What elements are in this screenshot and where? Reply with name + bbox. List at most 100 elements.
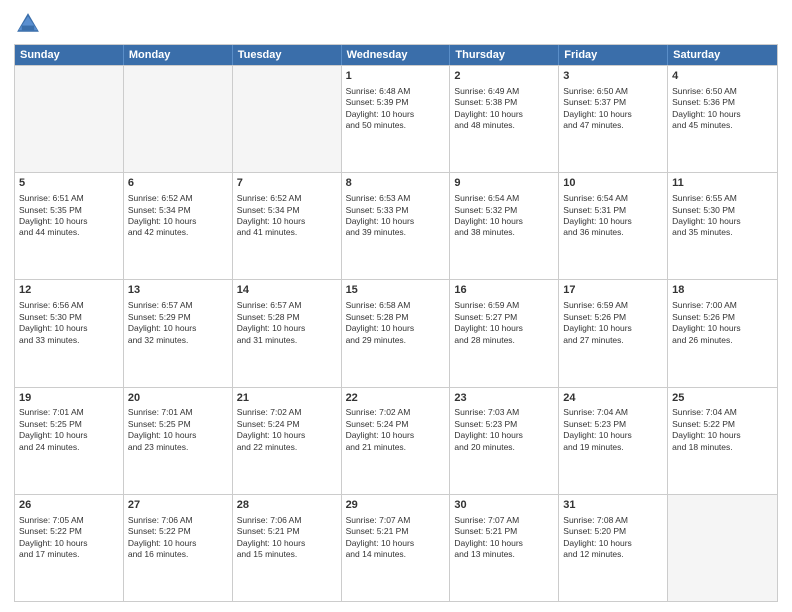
day-number: 14 xyxy=(237,283,337,298)
cal-cell-20: 20Sunrise: 7:01 AMSunset: 5:25 PMDayligh… xyxy=(124,388,233,494)
day-info: Sunset: 5:26 PM xyxy=(563,312,663,323)
day-info: Sunrise: 7:07 AM xyxy=(346,515,446,526)
day-info: Daylight: 10 hours xyxy=(346,430,446,441)
day-info: and 45 minutes. xyxy=(672,120,773,131)
day-info: Sunrise: 6:49 AM xyxy=(454,86,554,97)
day-info: and 41 minutes. xyxy=(237,227,337,238)
day-info: Daylight: 10 hours xyxy=(237,323,337,334)
cal-cell-26: 26Sunrise: 7:05 AMSunset: 5:22 PMDayligh… xyxy=(15,495,124,601)
day-info: Sunrise: 6:55 AM xyxy=(672,193,773,204)
day-info: and 42 minutes. xyxy=(128,227,228,238)
header-day-sunday: Sunday xyxy=(15,45,124,65)
day-number: 15 xyxy=(346,283,446,298)
day-info: Sunset: 5:28 PM xyxy=(237,312,337,323)
day-info: Sunset: 5:29 PM xyxy=(128,312,228,323)
day-number: 5 xyxy=(19,176,119,191)
cal-cell-13: 13Sunrise: 6:57 AMSunset: 5:29 PMDayligh… xyxy=(124,280,233,386)
day-info: and 21 minutes. xyxy=(346,442,446,453)
day-info: Sunrise: 6:52 AM xyxy=(128,193,228,204)
day-info: Sunset: 5:21 PM xyxy=(346,526,446,537)
cal-cell-6: 6Sunrise: 6:52 AMSunset: 5:34 PMDaylight… xyxy=(124,173,233,279)
day-number: 29 xyxy=(346,498,446,513)
day-number: 23 xyxy=(454,391,554,406)
day-info: and 24 minutes. xyxy=(19,442,119,453)
day-info: Sunrise: 6:50 AM xyxy=(672,86,773,97)
day-info: Daylight: 10 hours xyxy=(128,430,228,441)
day-info: Sunset: 5:22 PM xyxy=(672,419,773,430)
day-info: Sunset: 5:34 PM xyxy=(237,205,337,216)
day-info: Sunset: 5:21 PM xyxy=(237,526,337,537)
cal-cell-28: 28Sunrise: 7:06 AMSunset: 5:21 PMDayligh… xyxy=(233,495,342,601)
cal-cell-11: 11Sunrise: 6:55 AMSunset: 5:30 PMDayligh… xyxy=(668,173,777,279)
cal-cell-16: 16Sunrise: 6:59 AMSunset: 5:27 PMDayligh… xyxy=(450,280,559,386)
cal-cell-23: 23Sunrise: 7:03 AMSunset: 5:23 PMDayligh… xyxy=(450,388,559,494)
cal-cell-22: 22Sunrise: 7:02 AMSunset: 5:24 PMDayligh… xyxy=(342,388,451,494)
cal-cell-24: 24Sunrise: 7:04 AMSunset: 5:23 PMDayligh… xyxy=(559,388,668,494)
day-number: 8 xyxy=(346,176,446,191)
day-info: and 19 minutes. xyxy=(563,442,663,453)
day-number: 19 xyxy=(19,391,119,406)
day-info: Sunrise: 7:07 AM xyxy=(454,515,554,526)
cal-cell-7: 7Sunrise: 6:52 AMSunset: 5:34 PMDaylight… xyxy=(233,173,342,279)
day-info: Daylight: 10 hours xyxy=(454,538,554,549)
header-day-thursday: Thursday xyxy=(450,45,559,65)
calendar-row-1: 5Sunrise: 6:51 AMSunset: 5:35 PMDaylight… xyxy=(15,172,777,279)
cal-cell-27: 27Sunrise: 7:06 AMSunset: 5:22 PMDayligh… xyxy=(124,495,233,601)
day-info: Sunset: 5:31 PM xyxy=(563,205,663,216)
day-info: Sunset: 5:24 PM xyxy=(346,419,446,430)
cal-cell-3: 3Sunrise: 6:50 AMSunset: 5:37 PMDaylight… xyxy=(559,66,668,172)
day-info: Sunrise: 7:08 AM xyxy=(563,515,663,526)
day-info: and 39 minutes. xyxy=(346,227,446,238)
cal-cell-21: 21Sunrise: 7:02 AMSunset: 5:24 PMDayligh… xyxy=(233,388,342,494)
day-info: Daylight: 10 hours xyxy=(19,323,119,334)
cal-cell-29: 29Sunrise: 7:07 AMSunset: 5:21 PMDayligh… xyxy=(342,495,451,601)
day-info: Daylight: 10 hours xyxy=(237,538,337,549)
day-number: 27 xyxy=(128,498,228,513)
day-info: Sunset: 5:25 PM xyxy=(19,419,119,430)
cal-cell-31: 31Sunrise: 7:08 AMSunset: 5:20 PMDayligh… xyxy=(559,495,668,601)
day-info: Sunrise: 7:02 AM xyxy=(237,407,337,418)
day-info: Sunset: 5:38 PM xyxy=(454,97,554,108)
day-number: 21 xyxy=(237,391,337,406)
header xyxy=(14,10,778,38)
day-info: Daylight: 10 hours xyxy=(346,109,446,120)
day-info: Sunrise: 7:00 AM xyxy=(672,300,773,311)
day-info: Daylight: 10 hours xyxy=(672,109,773,120)
cal-cell-25: 25Sunrise: 7:04 AMSunset: 5:22 PMDayligh… xyxy=(668,388,777,494)
day-info: Sunrise: 6:58 AM xyxy=(346,300,446,311)
day-info: Sunrise: 7:04 AM xyxy=(672,407,773,418)
calendar-row-0: 1Sunrise: 6:48 AMSunset: 5:39 PMDaylight… xyxy=(15,65,777,172)
cal-cell-17: 17Sunrise: 6:59 AMSunset: 5:26 PMDayligh… xyxy=(559,280,668,386)
day-info: Daylight: 10 hours xyxy=(346,323,446,334)
day-info: and 28 minutes. xyxy=(454,335,554,346)
cal-cell-8: 8Sunrise: 6:53 AMSunset: 5:33 PMDaylight… xyxy=(342,173,451,279)
day-info: Daylight: 10 hours xyxy=(563,323,663,334)
cal-cell-4: 4Sunrise: 6:50 AMSunset: 5:36 PMDaylight… xyxy=(668,66,777,172)
day-info: Sunrise: 7:01 AM xyxy=(128,407,228,418)
day-info: and 14 minutes. xyxy=(346,549,446,560)
day-number: 6 xyxy=(128,176,228,191)
header-day-monday: Monday xyxy=(124,45,233,65)
day-info: Daylight: 10 hours xyxy=(128,216,228,227)
day-info: Daylight: 10 hours xyxy=(454,323,554,334)
day-number: 22 xyxy=(346,391,446,406)
day-info: and 50 minutes. xyxy=(346,120,446,131)
day-info: Sunrise: 7:02 AM xyxy=(346,407,446,418)
day-number: 4 xyxy=(672,69,773,84)
day-info: Daylight: 10 hours xyxy=(237,430,337,441)
day-info: Daylight: 10 hours xyxy=(19,216,119,227)
day-number: 16 xyxy=(454,283,554,298)
day-info: Sunset: 5:30 PM xyxy=(672,205,773,216)
day-info: Sunrise: 6:57 AM xyxy=(237,300,337,311)
day-info: and 31 minutes. xyxy=(237,335,337,346)
day-info: and 20 minutes. xyxy=(454,442,554,453)
cal-cell-1: 1Sunrise: 6:48 AMSunset: 5:39 PMDaylight… xyxy=(342,66,451,172)
cal-cell-30: 30Sunrise: 7:07 AMSunset: 5:21 PMDayligh… xyxy=(450,495,559,601)
day-number: 12 xyxy=(19,283,119,298)
day-info: Sunrise: 6:51 AM xyxy=(19,193,119,204)
day-info: Daylight: 10 hours xyxy=(563,430,663,441)
day-info: Daylight: 10 hours xyxy=(128,323,228,334)
day-number: 20 xyxy=(128,391,228,406)
cal-cell-14: 14 Sunrise: 6:57 AMSunset: 5:28 PMDayligh… xyxy=(233,280,342,386)
day-info: Daylight: 10 hours xyxy=(672,430,773,441)
